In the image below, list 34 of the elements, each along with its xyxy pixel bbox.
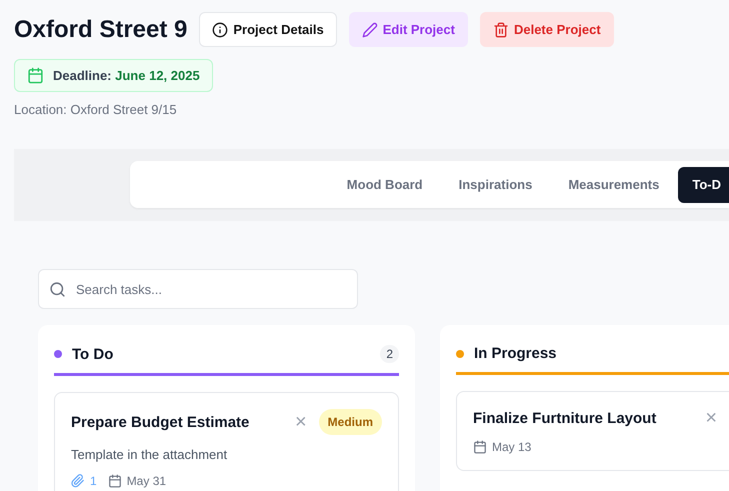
tab[interactable]: To-D	[678, 166, 729, 202]
task-card[interactable]: Finalize Furtniture Layout × May 13	[456, 391, 729, 471]
pencil-icon	[362, 22, 378, 38]
column-title: To Do	[72, 346, 114, 362]
deadline-text: Deadline: June 12, 2025	[53, 68, 200, 83]
task-title: Finalize Furtniture Layout	[473, 410, 658, 426]
calendar-icon	[108, 474, 122, 488]
task-description: Template in the attachment	[71, 447, 228, 462]
priority-badge: Medium	[318, 409, 382, 435]
trash-icon	[492, 22, 509, 38]
project-title: Oxford Street 9	[14, 16, 188, 44]
calendar-icon	[473, 440, 487, 454]
details-button[interactable]: Project Details	[199, 12, 337, 47]
calendar-icon	[27, 67, 44, 84]
task-card[interactable]: Prepare Budget Estimate × Medium Template in the attachment 1 May 31	[54, 392, 399, 491]
close-button[interactable]: ×	[701, 408, 721, 428]
count-badge: 2	[380, 345, 399, 363]
paperclip-icon	[71, 474, 85, 488]
attachment-count: 1	[90, 474, 97, 488]
search-input[interactable]: Search tasks...	[74, 280, 347, 298]
search-icon	[49, 280, 66, 298]
edit-button[interactable]: Edit Project	[348, 12, 468, 47]
task-title: Prepare Budget Estimate	[71, 414, 250, 430]
due-date: May 31	[126, 474, 166, 488]
tab[interactable]: Mood Board	[330, 166, 440, 202]
tab[interactable]: Inspirations	[442, 166, 550, 202]
delete-button[interactable]: Delete Project	[480, 12, 614, 47]
tab[interactable]: Measurements	[551, 166, 676, 202]
column-title: In Progress	[474, 345, 558, 362]
due-date: May 13	[492, 440, 532, 454]
search-field[interactable]: Search tasks...	[38, 269, 358, 309]
close-button[interactable]: ×	[290, 412, 311, 432]
info-icon	[212, 22, 228, 38]
location-text: Location: Oxford Street 9/15	[14, 102, 178, 117]
